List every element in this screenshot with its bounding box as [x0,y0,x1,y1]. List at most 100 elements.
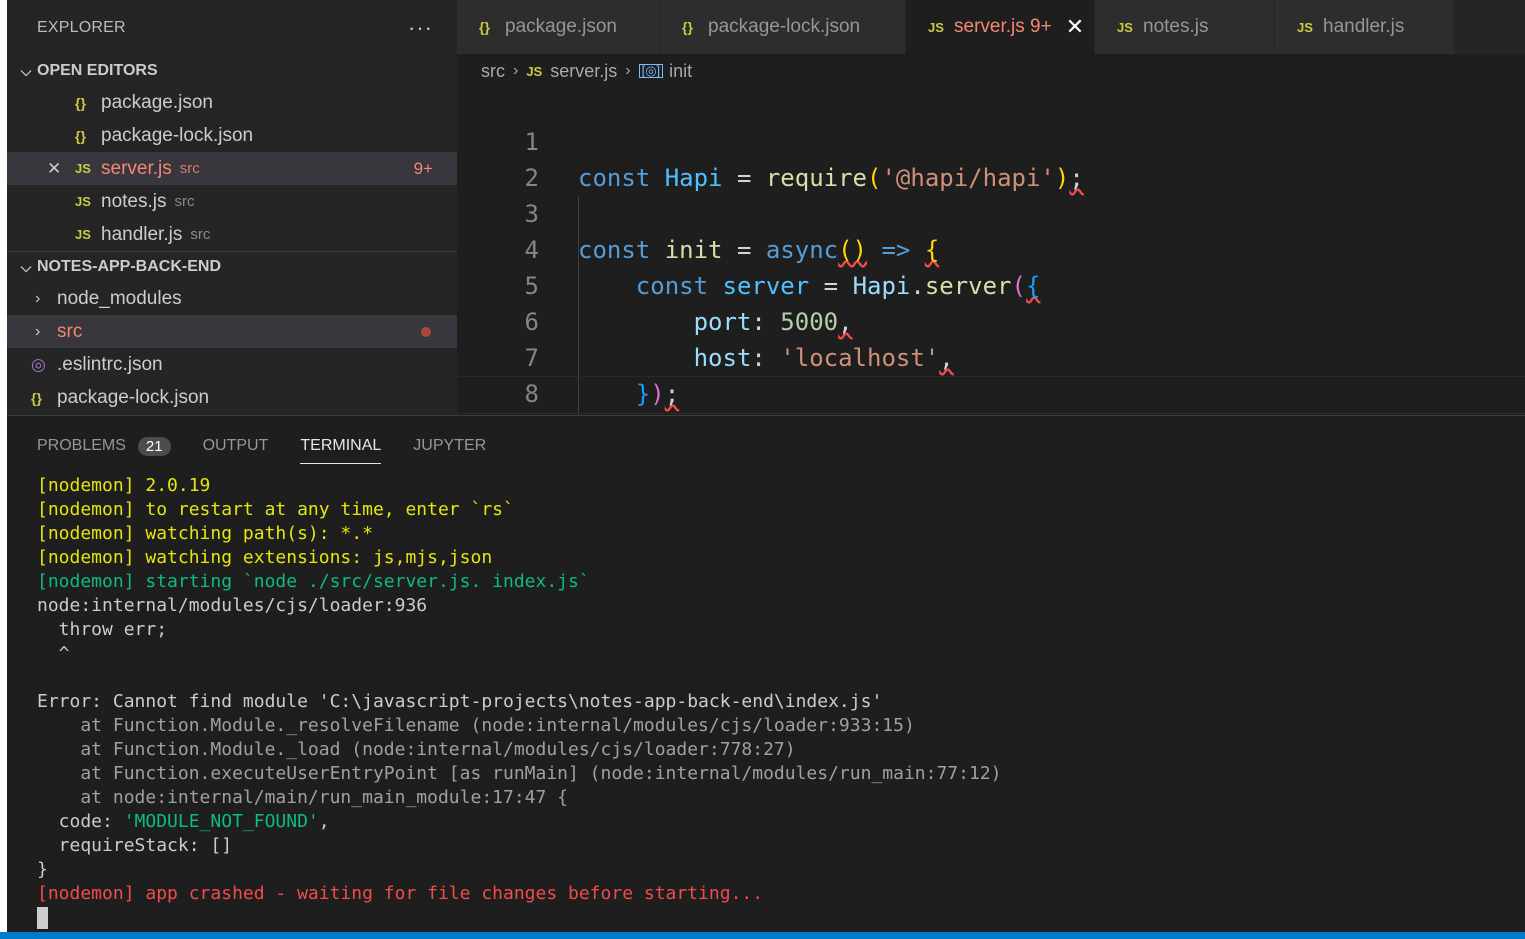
code-line: 3 const init = async() => { [457,160,1525,264]
tree-item-package-lock-json[interactable]: {} package-lock.json [7,381,457,414]
open-editors-section[interactable]: ⌵ OPEN EDITORS [7,56,457,86]
terminal-line: [nodemon] app crashed - waiting for file… [37,883,764,904]
tab-label: notes.js [1143,16,1209,37]
js-file-icon: JS [1297,19,1313,35]
open-editor-desc: src [190,226,211,243]
tab-terminal[interactable]: TERMINAL [300,430,382,464]
chevron-right-icon: › [35,322,41,340]
terminal-line: requireStack: [] [37,835,233,856]
terminal-output[interactable]: [nodemon] 2.0.19 [nodemon] to restart at … [37,474,1002,930]
window-edge [0,0,7,939]
terminal-line: node:internal/modules/cjs/loader:936 [37,595,428,616]
project-label: NOTES-APP-BACK-END [37,258,221,275]
open-editor-item-handler-js[interactable]: JS handler.js src [7,218,457,251]
explorer-title: EXPLORER [37,19,126,36]
js-file-icon: JS [75,227,91,242]
chevron-right-icon: › [35,289,41,307]
chevron-down-icon: ⌵ [20,258,32,275]
status-bar [0,932,1525,939]
js-file-icon: JS [1117,19,1133,35]
json-file-icon: {} [75,94,86,111]
code-line-current: 9 await server.start(); [457,376,1525,414]
explorer-sidebar: EXPLORER ··· ⌵ OPEN EDITORS {} package.j… [7,0,457,415]
more-actions-icon[interactable]: ··· [408,15,433,41]
terminal-cursor [37,907,48,929]
code-editor[interactable]: 1 const Hapi = require('@hapi/hapi'); 2 … [457,88,1525,415]
terminal-line: at Function.Module._resolveFilename (nod… [37,715,915,736]
tab-output[interactable]: OUTPUT [203,430,269,462]
tree-item-node-modules[interactable]: › node_modules [7,282,457,315]
tab-notes-js[interactable]: JS notes.js [1095,0,1275,54]
code-line: 1 const Hapi = require('@hapi/hapi'); [457,88,1525,192]
terminal-line: at Function.Module._load (node:internal/… [37,739,796,760]
chevron-right-icon: › [625,62,631,79]
json-file-icon: {} [479,19,490,35]
tree-item-src[interactable]: › src [7,315,457,348]
problem-count-badge: 9+ [413,158,433,178]
code-line: 6 host: 'localhost', [457,268,1525,372]
close-icon[interactable]: ✕ [47,159,75,179]
breadcrumb: src › JS server.js › [◎] init [481,58,692,84]
chevron-down-icon: ⌵ [20,62,32,79]
js-file-icon: JS [526,63,543,79]
open-editor-item-notes-js[interactable]: JS notes.js src [7,185,457,218]
breadcrumb-file[interactable]: server.js [550,61,617,82]
json-file-icon: {} [682,19,693,35]
code-line: 5 port: 5000, [457,232,1525,336]
terminal-prompt[interactable] [37,906,1002,930]
tab-package-lock-json[interactable]: {} package-lock.json [660,0,906,54]
open-editor-label: package-lock.json [101,124,254,146]
modified-dot-icon [421,326,431,337]
terminal-line: } [37,859,48,880]
breadcrumb-folder[interactable]: src [481,61,505,82]
tab-package-json[interactable]: {} package.json [457,0,660,54]
terminal-line: [nodemon] watching path(s): *.* [37,523,373,544]
open-editor-desc: src [174,193,195,210]
terminal-line: ^ [37,643,70,664]
tab-jupyter[interactable]: JUPYTER [413,430,486,462]
project-section[interactable]: ⌵ NOTES-APP-BACK-END [7,251,457,282]
breadcrumb-symbol[interactable]: init [669,61,692,82]
tree-item-eslintrc[interactable]: ◎ .eslintrc.json [7,348,457,381]
tree-item-label: node_modules [57,287,182,309]
terminal-line: [nodemon] to restart at any time, enter … [37,499,514,520]
open-editor-item-package-lock-json[interactable]: {} package-lock.json [7,119,457,152]
js-file-icon: JS [928,19,944,35]
panel-tabs: PROBLEMS 21 OUTPUT TERMINAL JUPYTER [37,430,518,464]
tree-item-label: .eslintrc.json [57,353,163,375]
terminal-line: at Function.executeUserEntryPoint [as ru… [37,763,1002,784]
tree-item-label: src [57,320,83,342]
explorer-header: EXPLORER ··· [7,0,457,56]
terminal-line: at node:internal/main/run_main_module:17… [37,787,569,808]
terminal-line: [nodemon] starting `node ./src/server.js… [37,571,590,592]
bottom-panel: PROBLEMS 21 OUTPUT TERMINAL JUPYTER [nod… [7,415,1525,933]
code-line: 7 }); [457,304,1525,408]
tab-label: PROBLEMS [37,437,126,454]
tab-label: package.json [505,16,617,37]
js-file-icon: JS [75,194,91,209]
chevron-right-icon: › [513,62,519,79]
tab-problems[interactable]: PROBLEMS 21 [37,430,171,462]
close-icon[interactable]: ✕ [1066,14,1084,40]
tab-server-js[interactable]: JS server.js 9+ ✕ [906,0,1095,54]
tab-handler-js[interactable]: JS handler.js [1275,0,1455,54]
terminal-line: code: 'MODULE_NOT_FOUND', [37,811,330,832]
open-editor-label: package.json [101,91,213,113]
code-line: 8 [457,340,1525,408]
open-editor-label: notes.js [101,190,167,212]
js-file-icon: JS [75,161,91,176]
tab-label: server.js 9+ [954,16,1052,37]
open-editor-item-server-js[interactable]: ✕ JS server.js src 9+ [7,152,457,185]
tab-label: OUTPUT [202,437,269,454]
open-editor-label: handler.js [101,223,183,245]
open-editor-item-package-json[interactable]: {} package.json [7,86,457,119]
tab-label: package-lock.json [708,16,861,37]
terminal-line: throw err; [37,619,168,640]
json-file-icon: {} [31,389,42,406]
code-line: 4 const server = Hapi.server({ [457,196,1525,300]
tab-label: TERMINAL [300,437,382,454]
symbol-variable-icon: [◎] [638,64,664,78]
terminal-line: [nodemon] 2.0.19 [37,475,211,496]
json-file-icon: {} [75,127,86,144]
